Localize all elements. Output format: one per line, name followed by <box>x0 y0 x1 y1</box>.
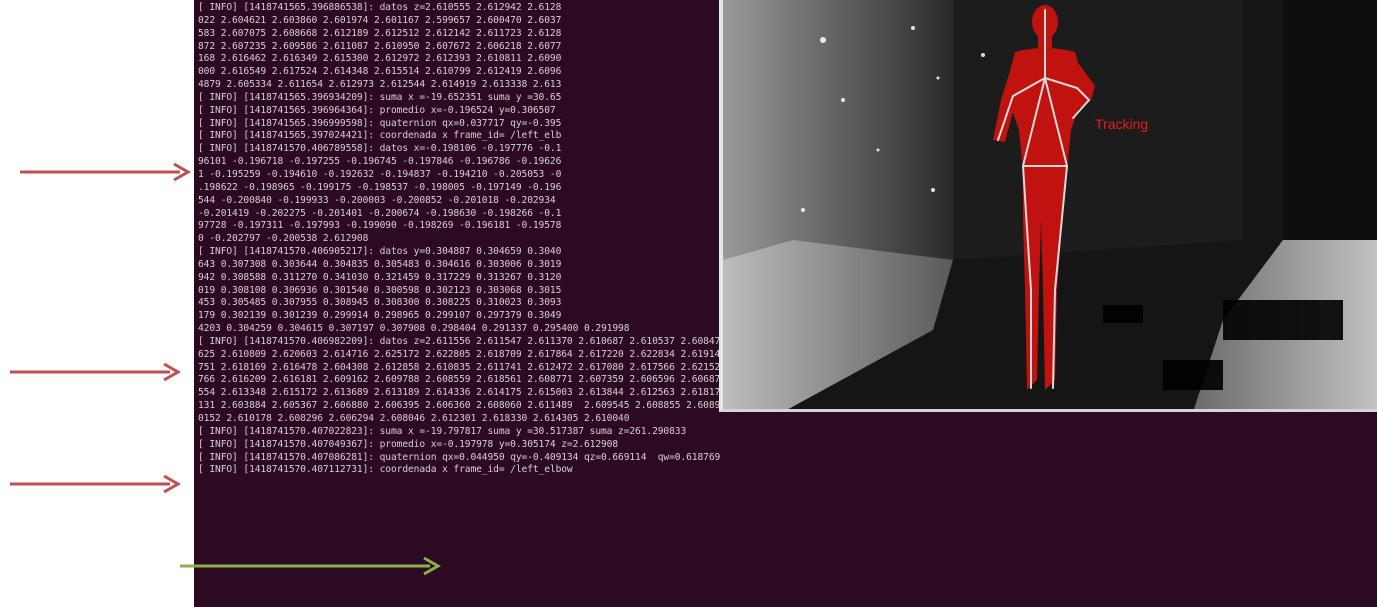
terminal-line: [ INFO] [1418741570.407049367]: promedio… <box>198 438 619 450</box>
red-arrow-icon <box>10 362 182 382</box>
terminal-line: [ INFO] [1418741570.407022823]: suma x =… <box>198 425 687 437</box>
terminal-line: 0152 2.610178 2.608296 2.606294 2.608046… <box>198 413 630 424</box>
red-arrow-icon <box>20 162 192 182</box>
tracking-label: Tracking <box>1095 116 1149 132</box>
terminal-line: [ INFO] [1418741570.407112731]: coordena… <box>198 464 573 476</box>
depth-camera-view: Tracking <box>719 0 1377 412</box>
depth-image <box>723 0 1377 409</box>
red-arrow-icon <box>10 474 182 494</box>
terminal-line: [ INFO] [1418741570.407086281]: quaterni… <box>198 451 721 463</box>
green-arrow-icon <box>180 556 442 576</box>
